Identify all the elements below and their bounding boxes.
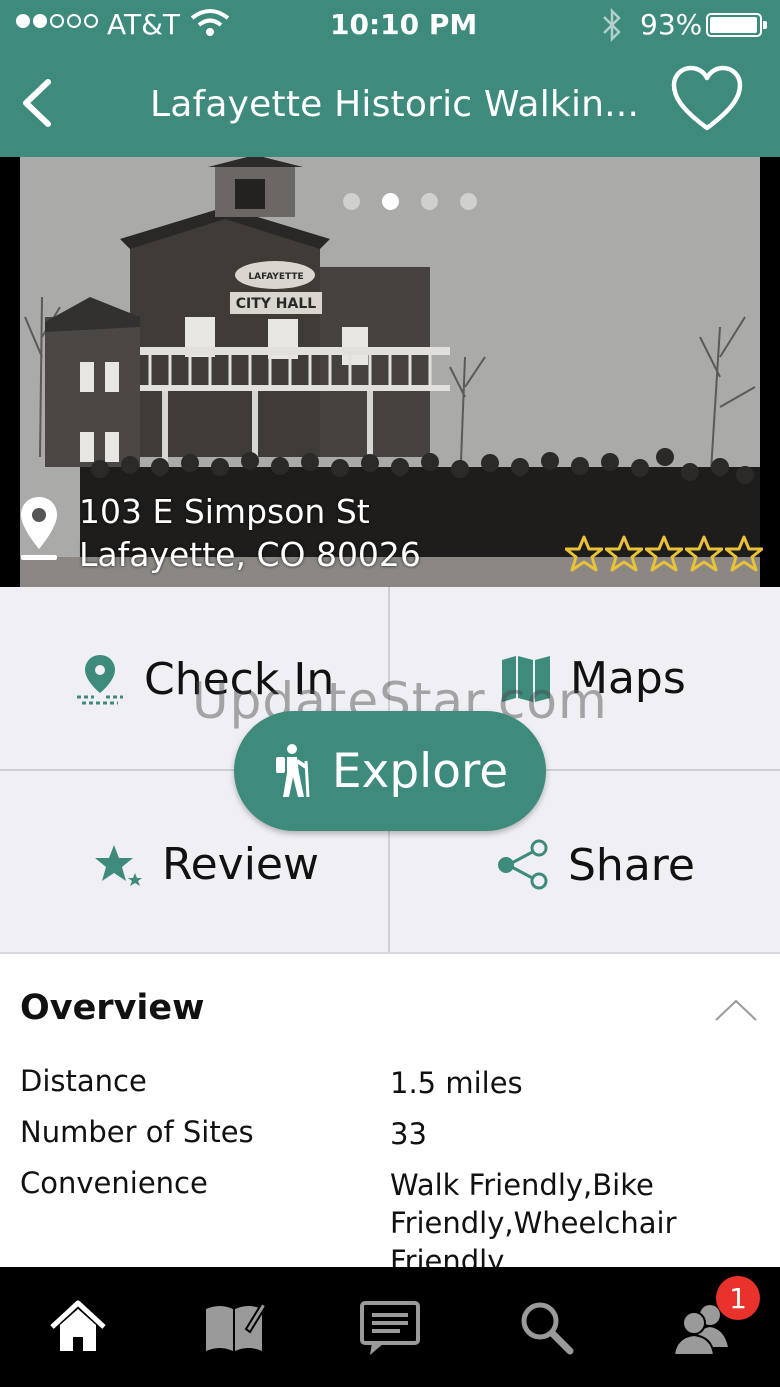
carousel-indicator[interactable] <box>343 193 477 210</box>
home-icon[interactable] <box>46 1295 110 1359</box>
convenience-label: Convenience <box>20 1166 208 1200</box>
battery-icon <box>706 13 767 37</box>
carousel-dot[interactable] <box>421 193 438 210</box>
rating-stars[interactable] <box>565 535 763 573</box>
sites-label: Number of Sites <box>20 1115 254 1149</box>
chat-icon[interactable] <box>358 1295 422 1359</box>
address-street: 103 E Simpson St <box>79 492 370 531</box>
action-grid: Check In Maps Review Share UpdateStar.co… <box>0 587 780 954</box>
sign-top-label: LAFAYETTE <box>248 272 303 282</box>
address-block: 103 E Simpson St Lafayette, CO 80026 <box>79 490 421 576</box>
back-chevron-icon[interactable] <box>16 78 56 128</box>
overview-title: Overview <box>20 988 205 1028</box>
collapse-chevron-icon[interactable] <box>714 998 758 1022</box>
book-icon[interactable] <box>202 1295 266 1359</box>
star-icon[interactable] <box>605 535 643 573</box>
overview-section: Overview Distance 1.5 miles Number of Si… <box>0 954 780 1267</box>
share-button[interactable]: Share <box>496 839 695 891</box>
share-icon <box>498 839 548 890</box>
review-button[interactable]: Review <box>92 839 319 890</box>
sign-label: CITY HALL <box>236 296 317 312</box>
status-bar: AT&T 10:10 PM 93% <box>0 0 780 52</box>
star-icon[interactable] <box>645 535 683 573</box>
carousel-dot[interactable] <box>460 193 477 210</box>
distance-value: 1.5 miles <box>390 1066 523 1100</box>
star-icon[interactable] <box>725 535 763 573</box>
status-time: 10:10 PM <box>330 8 478 41</box>
hero-photo[interactable]: CITY HALL LAFAYETTE 103 E Simpson St Laf… <box>0 157 780 587</box>
address-city: Lafayette, CO 80026 <box>79 535 421 574</box>
search-icon[interactable] <box>514 1295 578 1359</box>
convenience-value: Walk Friendly,Bike Friendly,Wheelchair F… <box>390 1168 677 1267</box>
share-label: Share <box>568 839 695 891</box>
signal-strength-icon <box>16 14 98 28</box>
heart-icon[interactable] <box>670 64 744 134</box>
star-icon[interactable] <box>685 535 723 573</box>
sites-value: 33 <box>390 1117 427 1151</box>
hiker-icon <box>275 744 310 798</box>
page-title: Lafayette Historic Walkin... <box>150 84 640 125</box>
review-label: Review <box>162 839 319 890</box>
explore-button[interactable]: Explore <box>234 711 546 831</box>
battery-percent: 93% <box>640 8 703 41</box>
notification-badge: 1 <box>716 1276 760 1320</box>
location-pin-icon <box>21 497 57 560</box>
explore-label: Explore <box>331 743 509 799</box>
distance-label: Distance <box>20 1064 147 1098</box>
carousel-dot[interactable] <box>343 193 360 210</box>
wifi-icon <box>190 9 230 36</box>
review-star-icon <box>95 844 142 886</box>
bluetooth-icon <box>603 8 621 42</box>
carousel-dot-active[interactable] <box>382 193 399 210</box>
carrier-label: AT&T <box>107 8 181 41</box>
checkin-pin-icon <box>77 655 123 705</box>
nav-header: AT&T 10:10 PM 93% Lafayette Historic Wal… <box>0 0 780 157</box>
star-icon[interactable] <box>565 535 603 573</box>
tab-bar <box>0 1267 780 1387</box>
